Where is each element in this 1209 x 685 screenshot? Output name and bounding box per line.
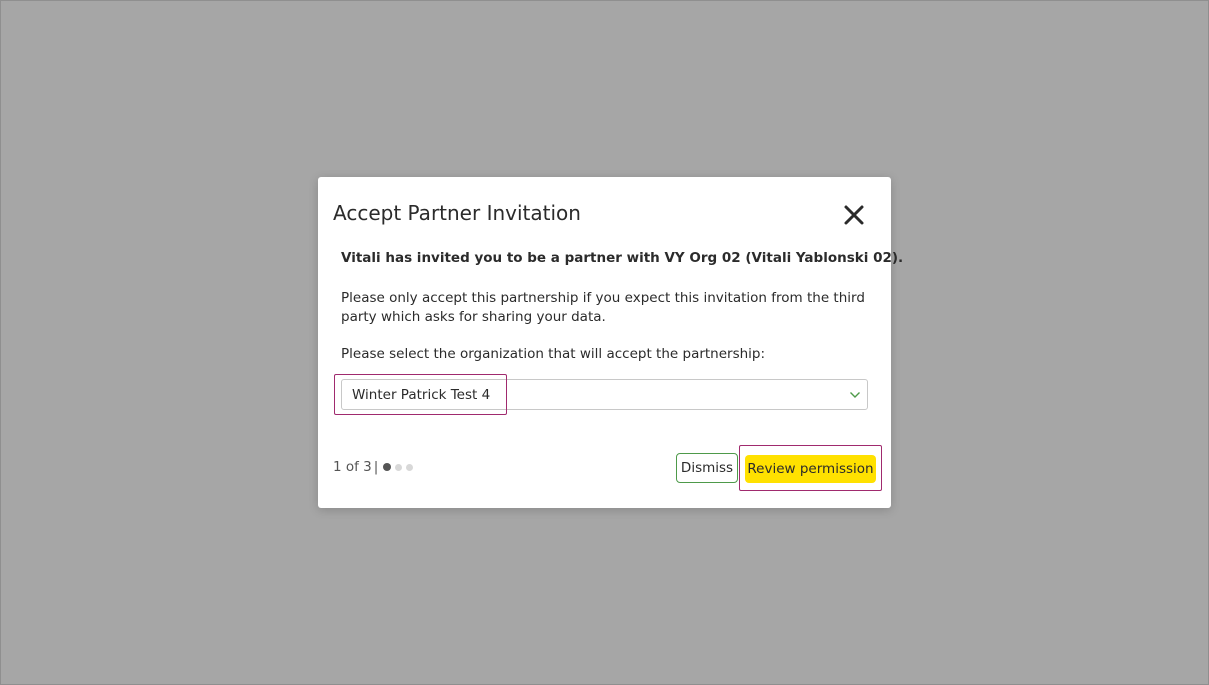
- step-pager: 1 of 3 |: [333, 459, 414, 475]
- pager-dot: [406, 463, 414, 471]
- organization-select[interactable]: Winter Patrick Test 4: [341, 379, 868, 410]
- pager-separator: |: [373, 459, 379, 475]
- partnership-notice: Please only accept this partnership if y…: [341, 290, 865, 325]
- review-permission-button[interactable]: Review permission: [745, 455, 876, 483]
- organization-select-value: Winter Patrick Test 4: [352, 387, 491, 403]
- organization-select-label: Please select the organization that will…: [341, 346, 766, 362]
- invitation-message: Vitali has invited you to be a partner w…: [341, 250, 904, 266]
- pager-dot: [395, 463, 403, 471]
- accept-partner-dialog: Accept Partner Invitation Vitali has inv…: [318, 177, 903, 508]
- close-icon: [844, 205, 864, 225]
- chevron-down-icon: [850, 392, 860, 398]
- pager-text: 1 of 3: [333, 459, 372, 475]
- dialog-title: Accept Partner Invitation: [333, 201, 581, 225]
- dismiss-button[interactable]: Dismiss: [676, 453, 738, 483]
- pager-dot-active: [383, 463, 392, 471]
- close-button[interactable]: [842, 203, 866, 227]
